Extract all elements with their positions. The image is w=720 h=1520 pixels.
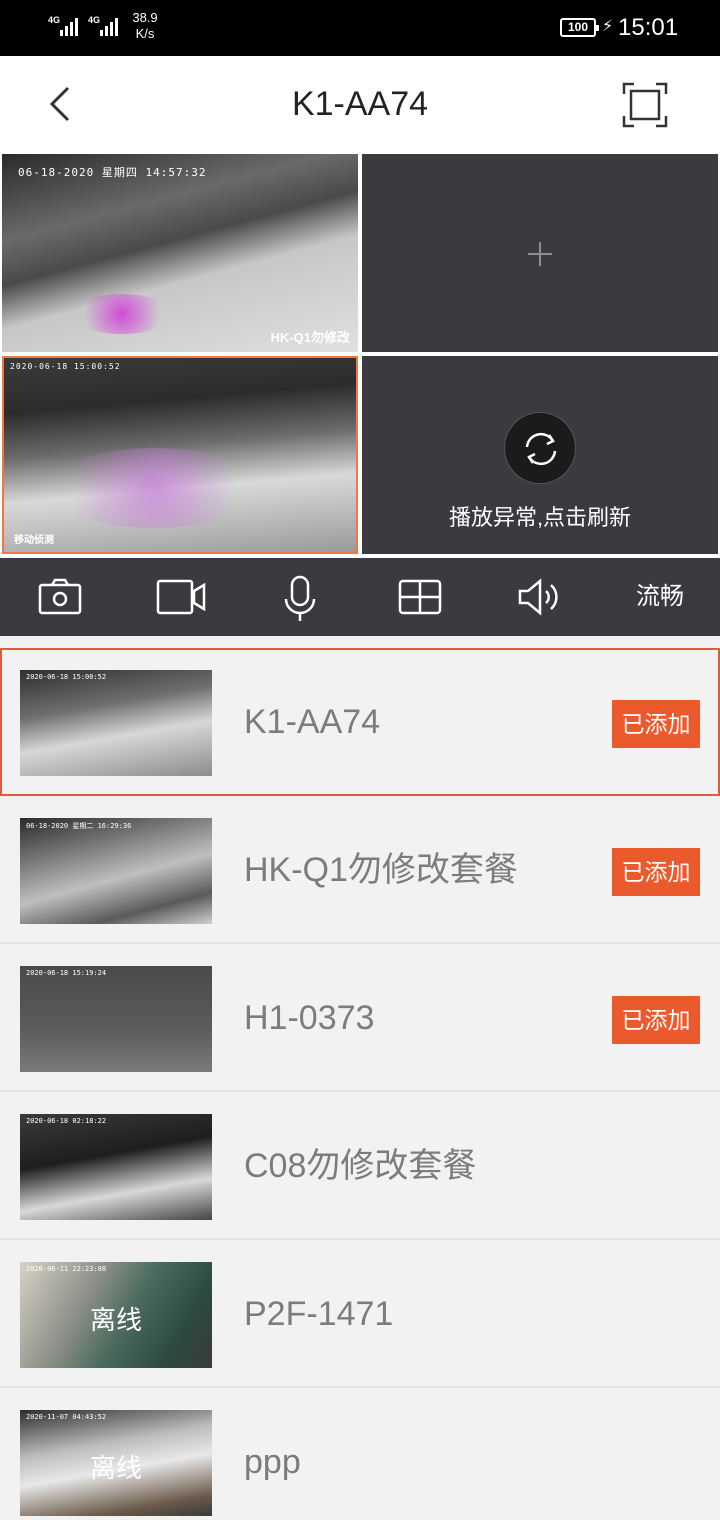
camera-label: 移动侦测	[14, 535, 54, 546]
talk-button[interactable]	[260, 558, 340, 636]
video-timestamp: 06-18-2020 星期四 14:57:32	[18, 166, 207, 179]
battery-icon: 100	[560, 18, 599, 37]
split-screen-button[interactable]	[380, 558, 460, 636]
list-item[interactable]: 2020-06-18 15:19:24 H1-0373 已添加	[0, 944, 720, 1092]
plus-icon	[528, 242, 552, 266]
camera-label: HK-Q1勿修改	[270, 330, 350, 345]
video-record-icon	[156, 579, 206, 615]
device-thumbnail: 2020-06-18 15:19:24	[20, 966, 212, 1072]
video-tile-error[interactable]: 播放异常,点击刷新	[362, 356, 718, 554]
list-item[interactable]: 2020-06-11 22:23:08 离线 P2F-1471	[0, 1240, 720, 1388]
charging-icon: ⚡	[602, 18, 614, 35]
device-thumbnail: 06-18-2020 星期二 16:29:36	[20, 818, 212, 924]
status-bar: 4G 4G 38.9 K/s 100 ⚡ 15:01	[0, 0, 720, 56]
add-camera-slot[interactable]	[362, 154, 718, 352]
device-thumbnail: 2020-06-18 15:00:52	[20, 670, 212, 776]
list-item[interactable]: 2020-11-07 04:43:52 离线 ppp	[0, 1388, 720, 1520]
snapshot-button[interactable]	[20, 558, 100, 636]
video-tile-1[interactable]: 06-18-2020 星期四 14:57:32 HK-Q1勿修改	[2, 154, 358, 352]
camera-icon	[38, 578, 82, 615]
page-title: K1-AA74	[291, 85, 429, 123]
offline-label: 离线	[89, 1305, 142, 1335]
grid-layout-icon	[398, 579, 442, 615]
video-timestamp: 2020-06-18 15:00:52	[10, 362, 121, 371]
title-bar: K1-AA74	[0, 56, 720, 152]
device-thumbnail: 2020-06-18 02:18:22	[20, 1114, 212, 1220]
refresh-icon	[525, 432, 557, 466]
video-tile-empty[interactable]	[362, 154, 718, 352]
added-badge: 已添加	[612, 848, 700, 896]
list-item[interactable]: 2020-06-18 15:00:52 K1-AA74 已添加	[0, 648, 720, 796]
video-grid: 06-18-2020 星期四 14:57:32 HK-Q1勿修改 2020-06…	[0, 152, 720, 558]
device-name: C08勿修改套餐	[244, 1147, 477, 1185]
playback-error-text: 播放异常,点击刷新	[448, 505, 632, 530]
chevron-left-icon	[49, 86, 70, 122]
back-button[interactable]	[36, 80, 84, 128]
added-badge: 已添加	[612, 996, 700, 1044]
light-effect	[44, 448, 264, 528]
fullscreen-icon	[622, 82, 668, 128]
list-item[interactable]: 2020-06-18 02:18:22 C08勿修改套餐	[0, 1092, 720, 1240]
video-tile-selected[interactable]: 2020-06-18 15:00:52 移动侦测	[2, 356, 358, 554]
device-name: K1-AA74	[244, 703, 381, 741]
device-name: HK-Q1勿修改套餐	[244, 851, 518, 889]
device-thumbnail: 2020-11-07 04:43:52 离线	[20, 1410, 212, 1516]
microphone-icon	[284, 575, 316, 621]
device-name: P2F-1471	[244, 1295, 394, 1333]
network-speed: 38.9 K/s	[132, 10, 158, 41]
record-button[interactable]	[140, 558, 220, 636]
offline-label: 离线	[89, 1453, 142, 1483]
device-list: 2020-06-18 15:00:52 K1-AA74 已添加 06-18-20…	[0, 648, 720, 1520]
speaker-icon	[518, 578, 558, 616]
sound-button[interactable]	[500, 558, 580, 636]
list-item[interactable]: 06-18-2020 星期二 16:29:36 HK-Q1勿修改套餐 已添加	[0, 796, 720, 944]
stream-quality-button[interactable]: 流畅	[620, 558, 700, 636]
fullscreen-button[interactable]	[622, 82, 668, 128]
refresh-button[interactable]	[504, 412, 576, 484]
clock: 15:01	[618, 14, 679, 41]
device-name: H1-0373	[244, 999, 375, 1037]
light-effect	[72, 294, 172, 334]
added-badge: 已添加	[612, 700, 700, 748]
control-toolbar: 流畅	[0, 558, 720, 636]
device-thumbnail: 2020-06-11 22:23:08 离线	[20, 1262, 212, 1368]
device-name: ppp	[244, 1443, 301, 1481]
